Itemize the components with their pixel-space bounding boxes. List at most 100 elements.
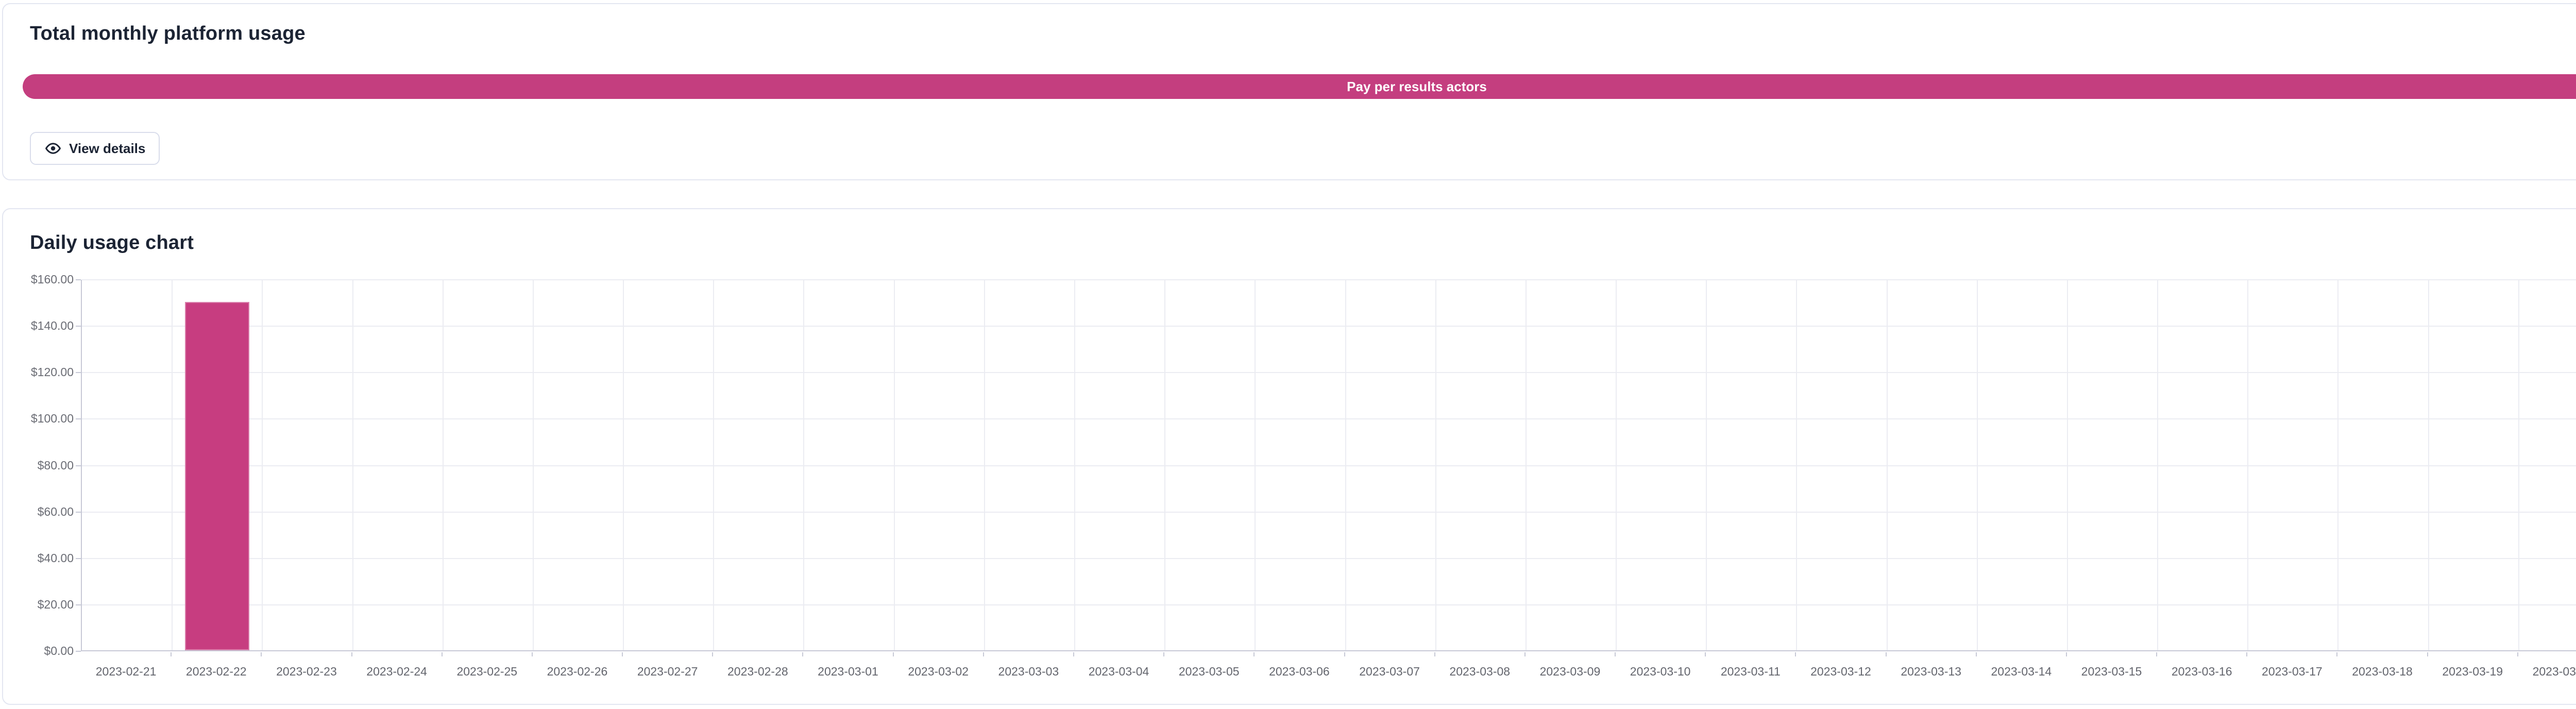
view-details-button[interactable]: View details xyxy=(30,132,160,165)
x-axis-tick xyxy=(622,652,623,656)
y-axis-tick xyxy=(76,558,81,559)
y-axis-tick xyxy=(76,326,81,327)
x-axis-tick xyxy=(1795,652,1796,656)
x-axis-tick-label: 2023-03-08 xyxy=(1435,665,1525,679)
x-axis-tick-label: 2023-03-12 xyxy=(1795,665,1886,679)
x-axis-tick-label: 2023-02-21 xyxy=(81,665,171,679)
usage-segment-pay-per-results: Pay per results actors xyxy=(23,74,2576,99)
y-axis-tick-label: $100.00 xyxy=(3,412,74,426)
v-gridline xyxy=(1164,280,1165,650)
x-axis-tick-label: 2023-03-06 xyxy=(1254,665,1344,679)
y-axis-tick xyxy=(76,604,81,605)
x-axis-tick xyxy=(171,652,172,656)
h-gridline xyxy=(82,326,2576,327)
v-gridline xyxy=(1616,280,1617,650)
x-axis-tick xyxy=(1163,652,1164,656)
usage-segment-label: Pay per results actors xyxy=(1347,79,1487,95)
v-gridline xyxy=(1526,280,1527,650)
x-axis-tick-label: 2023-02-27 xyxy=(622,665,713,679)
v-gridline xyxy=(172,280,173,650)
x-axis-tick xyxy=(1253,652,1255,656)
y-axis-tick-label: $140.00 xyxy=(3,319,74,333)
x-axis-tick xyxy=(1705,652,1706,656)
x-axis-tick xyxy=(2336,652,2337,656)
v-gridline xyxy=(1255,280,1256,650)
v-gridline xyxy=(2247,280,2248,650)
v-gridline xyxy=(1345,280,1346,650)
y-axis-tick xyxy=(76,279,81,280)
h-gridline xyxy=(82,512,2576,513)
y-axis-tick-label: $20.00 xyxy=(3,598,74,612)
x-axis-tick xyxy=(712,652,713,656)
y-axis-tick-label: $80.00 xyxy=(3,459,74,472)
eye-icon xyxy=(44,140,62,157)
x-axis-tick xyxy=(2427,652,2428,656)
summary-card-title: Total monthly platform usage xyxy=(30,23,306,45)
v-gridline xyxy=(713,280,714,650)
x-axis-tick-label: 2023-03-20 xyxy=(2518,665,2576,679)
x-axis-tick xyxy=(2156,652,2157,656)
y-axis-tick-label: $0.00 xyxy=(3,644,74,658)
v-gridline xyxy=(1887,280,1888,650)
x-axis-tick-label: 2023-02-22 xyxy=(171,665,261,679)
x-axis-tick xyxy=(351,652,352,656)
x-axis-tick-label: 2023-03-02 xyxy=(893,665,984,679)
x-axis-tick xyxy=(1976,652,1977,656)
summary-card-header: Total monthly platform usage $150.00 xyxy=(30,23,2576,45)
x-axis-tick xyxy=(893,652,894,656)
v-gridline xyxy=(1435,280,1436,650)
usage-breakdown-bar: Pay per results actors xyxy=(23,74,2576,99)
h-gridline xyxy=(82,558,2576,559)
v-gridline xyxy=(1796,280,1797,650)
x-axis-tick xyxy=(983,652,984,656)
view-details-label: View details xyxy=(69,141,145,157)
y-axis-tick xyxy=(76,465,81,466)
v-gridline xyxy=(803,280,804,650)
v-gridline xyxy=(623,280,624,650)
v-gridline xyxy=(1074,280,1075,650)
v-gridline xyxy=(2157,280,2158,650)
v-gridline xyxy=(984,280,985,650)
v-gridline xyxy=(2428,280,2429,650)
x-axis-tick-label: 2023-03-13 xyxy=(1886,665,1976,679)
y-axis-tick xyxy=(76,651,81,652)
x-axis-tick-label: 2023-02-26 xyxy=(532,665,622,679)
v-gridline xyxy=(2067,280,2068,650)
x-axis-tick xyxy=(2246,652,2247,656)
daily-usage-chart: $160.00$140.00$120.00$100.00$80.00$60.00… xyxy=(3,209,2576,704)
x-axis-tick xyxy=(2066,652,2067,656)
x-axis-tick-label: 2023-03-15 xyxy=(2066,665,2157,679)
usage-dashboard: { "summary_card": { "title": "Total mont… xyxy=(0,0,2576,709)
x-axis-tick-label: 2023-02-24 xyxy=(352,665,442,679)
x-axis-tick xyxy=(1615,652,1616,656)
y-axis-tick-label: $60.00 xyxy=(3,505,74,519)
x-axis-tick-label: 2023-02-28 xyxy=(713,665,803,679)
x-axis-tick-label: 2023-03-16 xyxy=(2157,665,2247,679)
x-axis-tick xyxy=(261,652,262,656)
x-axis-tick-label: 2023-03-18 xyxy=(2337,665,2427,679)
x-axis-tick xyxy=(1886,652,1887,656)
x-axis-tick-label: 2023-03-14 xyxy=(1976,665,2066,679)
x-axis-tick-label: 2023-03-17 xyxy=(2247,665,2337,679)
v-gridline xyxy=(352,280,353,650)
usage-bar-2023-02-22[interactable] xyxy=(185,302,249,650)
v-gridline xyxy=(894,280,895,650)
x-axis-tick xyxy=(1344,652,1345,656)
x-axis-tick-label: 2023-03-11 xyxy=(1705,665,1795,679)
y-axis-tick-label: $160.00 xyxy=(3,273,74,286)
x-axis-tick-label: 2023-03-07 xyxy=(1345,665,1435,679)
v-gridline xyxy=(1706,280,1707,650)
x-axis-tick-label: 2023-03-10 xyxy=(1615,665,1705,679)
chart-plot-area xyxy=(81,280,2576,651)
v-gridline xyxy=(2337,280,2338,650)
v-gridline xyxy=(262,280,263,650)
v-gridline xyxy=(2518,280,2519,650)
h-gridline xyxy=(82,604,2576,605)
h-gridline xyxy=(82,279,2576,280)
x-axis-tick-label: 2023-03-01 xyxy=(803,665,893,679)
x-axis-tick xyxy=(2517,652,2518,656)
total-usage-card: Total monthly platform usage $150.00 Pay… xyxy=(2,3,2576,180)
x-axis-tick xyxy=(802,652,803,656)
v-gridline xyxy=(443,280,444,650)
h-gridline xyxy=(82,372,2576,373)
